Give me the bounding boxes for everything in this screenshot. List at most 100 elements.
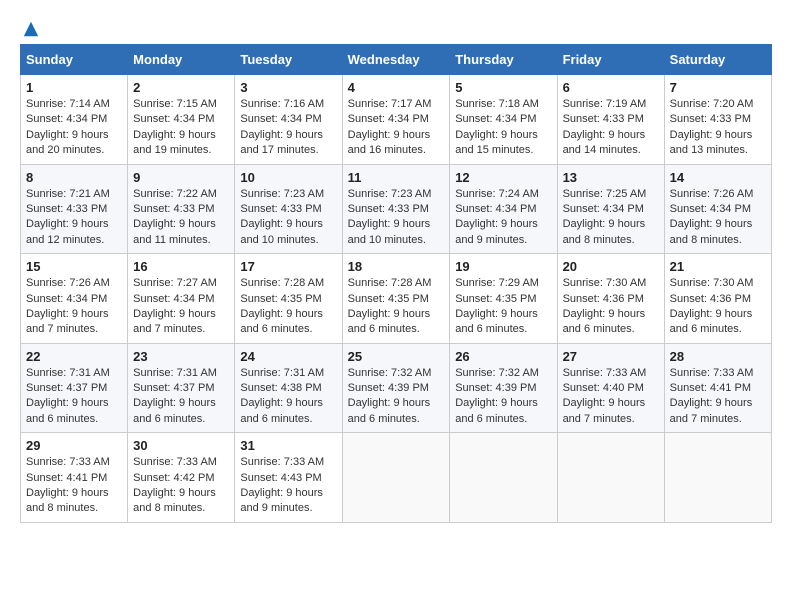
calendar-cell: 18 Sunrise: 7:28 AMSunset: 4:35 PMDayligh… [342, 254, 450, 344]
calendar-cell: 20 Sunrise: 7:30 AMSunset: 4:36 PMDayligh… [557, 254, 664, 344]
day-number: 15 [26, 259, 122, 274]
calendar-week-row: 1 Sunrise: 7:14 AMSunset: 4:34 PMDaylight… [21, 75, 772, 165]
day-info: Sunrise: 7:26 AMSunset: 4:34 PMDaylight:… [670, 187, 766, 249]
calendar-cell: 5 Sunrise: 7:18 AMSunset: 4:34 PMDaylight… [450, 75, 557, 165]
day-info: Sunrise: 7:25 AMSunset: 4:34 PMDaylight:… [563, 187, 659, 249]
day-info: Sunrise: 7:33 AMSunset: 4:42 PMDaylight:… [133, 455, 229, 517]
calendar-cell: 23 Sunrise: 7:31 AMSunset: 4:37 PMDayligh… [128, 343, 235, 433]
calendar-cell: 6 Sunrise: 7:19 AMSunset: 4:33 PMDaylight… [557, 75, 664, 165]
logo-icon [22, 20, 40, 38]
day-number: 26 [455, 349, 551, 364]
calendar-cell: 28 Sunrise: 7:33 AMSunset: 4:41 PMDayligh… [664, 343, 771, 433]
day-info: Sunrise: 7:17 AMSunset: 4:34 PMDaylight:… [348, 97, 445, 159]
day-of-week-header: Sunday [21, 45, 128, 75]
day-number: 29 [26, 438, 122, 453]
day-info: Sunrise: 7:24 AMSunset: 4:34 PMDaylight:… [455, 187, 551, 249]
calendar-cell: 17Sunrise: 7:28 AMSunset: 4:35 PMDayligh… [235, 254, 342, 344]
calendar-cell: 16 Sunrise: 7:27 AMSunset: 4:34 PMDayligh… [128, 254, 235, 344]
day-number: 17 [240, 259, 336, 274]
day-of-week-header: Tuesday [235, 45, 342, 75]
calendar-cell: 3Sunrise: 7:16 AMSunset: 4:34 PMDaylight… [235, 75, 342, 165]
day-number: 27 [563, 349, 659, 364]
day-info: Sunrise: 7:31 AMSunset: 4:38 PMDaylight:… [240, 366, 336, 428]
day-info: Sunrise: 7:26 AMSunset: 4:34 PMDaylight:… [26, 276, 122, 338]
calendar-cell [450, 433, 557, 523]
calendar-week-row: 15 Sunrise: 7:26 AMSunset: 4:34 PMDayligh… [21, 254, 772, 344]
day-info: Sunrise: 7:29 AMSunset: 4:35 PMDaylight:… [455, 276, 551, 338]
day-number: 10 [240, 170, 336, 185]
calendar-cell: 11Sunrise: 7:23 AMSunset: 4:33 PMDayligh… [342, 164, 450, 254]
day-number: 19 [455, 259, 551, 274]
day-number: 20 [563, 259, 659, 274]
day-info: Sunrise: 7:20 AMSunset: 4:33 PMDaylight:… [670, 97, 766, 159]
day-number: 22 [26, 349, 122, 364]
day-number: 13 [563, 170, 659, 185]
calendar-cell: 9Sunrise: 7:22 AMSunset: 4:33 PMDaylight… [128, 164, 235, 254]
day-info: Sunrise: 7:32 AMSunset: 4:39 PMDaylight:… [348, 366, 445, 428]
day-info: Sunrise: 7:22 AMSunset: 4:33 PMDaylight:… [133, 187, 229, 249]
calendar-cell: 8Sunrise: 7:21 AMSunset: 4:33 PMDaylight… [21, 164, 128, 254]
calendar-cell: 25 Sunrise: 7:32 AMSunset: 4:39 PMDayligh… [342, 343, 450, 433]
calendar-cell: 30Sunrise: 7:33 AMSunset: 4:42 PMDayligh… [128, 433, 235, 523]
day-of-week-header: Saturday [664, 45, 771, 75]
day-info: Sunrise: 7:33 AMSunset: 4:40 PMDaylight:… [563, 366, 659, 428]
calendar-cell: 1 Sunrise: 7:14 AMSunset: 4:34 PMDaylight… [21, 75, 128, 165]
day-number: 2 [133, 80, 229, 95]
day-info: Sunrise: 7:23 AMSunset: 4:33 PMDaylight:… [240, 187, 336, 249]
day-number: 11 [348, 170, 445, 185]
calendar-cell: 13 Sunrise: 7:25 AMSunset: 4:34 PMDayligh… [557, 164, 664, 254]
day-info: Sunrise: 7:15 AMSunset: 4:34 PMDaylight:… [133, 97, 229, 159]
day-number: 6 [563, 80, 659, 95]
calendar-cell: 27 Sunrise: 7:33 AMSunset: 4:40 PMDayligh… [557, 343, 664, 433]
day-number: 23 [133, 349, 229, 364]
day-number: 14 [670, 170, 766, 185]
day-of-week-header: Wednesday [342, 45, 450, 75]
calendar-cell: 29 Sunrise: 7:33 AMSunset: 4:41 PMDayligh… [21, 433, 128, 523]
calendar-cell: 21 Sunrise: 7:30 AMSunset: 4:36 PMDayligh… [664, 254, 771, 344]
day-number: 16 [133, 259, 229, 274]
page-header [20, 20, 772, 34]
calendar-week-row: 8Sunrise: 7:21 AMSunset: 4:33 PMDaylight… [21, 164, 772, 254]
calendar-week-row: 29 Sunrise: 7:33 AMSunset: 4:41 PMDayligh… [21, 433, 772, 523]
day-info: Sunrise: 7:30 AMSunset: 4:36 PMDaylight:… [670, 276, 766, 338]
calendar-cell [664, 433, 771, 523]
day-number: 25 [348, 349, 445, 364]
calendar-cell: 19 Sunrise: 7:29 AMSunset: 4:35 PMDayligh… [450, 254, 557, 344]
calendar-cell: 10 Sunrise: 7:23 AMSunset: 4:33 PMDayligh… [235, 164, 342, 254]
day-number: 8 [26, 170, 122, 185]
day-info: Sunrise: 7:19 AMSunset: 4:33 PMDaylight:… [563, 97, 659, 159]
calendar-cell: 12 Sunrise: 7:24 AMSunset: 4:34 PMDayligh… [450, 164, 557, 254]
day-info: Sunrise: 7:30 AMSunset: 4:36 PMDaylight:… [563, 276, 659, 338]
day-number: 18 [348, 259, 445, 274]
day-of-week-header: Thursday [450, 45, 557, 75]
logo [20, 20, 40, 34]
day-number: 1 [26, 80, 122, 95]
day-number: 28 [670, 349, 766, 364]
calendar-week-row: 22 Sunrise: 7:31 AMSunset: 4:37 PMDayligh… [21, 343, 772, 433]
day-number: 7 [670, 80, 766, 95]
calendar-cell: 14 Sunrise: 7:26 AMSunset: 4:34 PMDayligh… [664, 164, 771, 254]
day-number: 24 [240, 349, 336, 364]
calendar-cell: 4Sunrise: 7:17 AMSunset: 4:34 PMDaylight… [342, 75, 450, 165]
day-info: Sunrise: 7:14 AMSunset: 4:34 PMDaylight:… [26, 97, 122, 159]
day-number: 12 [455, 170, 551, 185]
day-info: Sunrise: 7:28 AMSunset: 4:35 PMDaylight:… [348, 276, 445, 338]
day-info: Sunrise: 7:33 AMSunset: 4:43 PMDaylight:… [240, 455, 336, 517]
day-info: Sunrise: 7:33 AMSunset: 4:41 PMDaylight:… [670, 366, 766, 428]
day-number: 21 [670, 259, 766, 274]
calendar-cell: 22 Sunrise: 7:31 AMSunset: 4:37 PMDayligh… [21, 343, 128, 433]
day-info: Sunrise: 7:33 AMSunset: 4:41 PMDaylight:… [26, 455, 122, 517]
calendar-cell: 7 Sunrise: 7:20 AMSunset: 4:33 PMDaylight… [664, 75, 771, 165]
day-info: Sunrise: 7:27 AMSunset: 4:34 PMDaylight:… [133, 276, 229, 338]
calendar-cell [342, 433, 450, 523]
calendar-cell [557, 433, 664, 523]
day-info: Sunrise: 7:31 AMSunset: 4:37 PMDaylight:… [133, 366, 229, 428]
calendar-table: SundayMondayTuesdayWednesdayThursdayFrid… [20, 44, 772, 523]
day-info: Sunrise: 7:31 AMSunset: 4:37 PMDaylight:… [26, 366, 122, 428]
day-of-week-header: Monday [128, 45, 235, 75]
calendar-cell: 24 Sunrise: 7:31 AMSunset: 4:38 PMDayligh… [235, 343, 342, 433]
day-info: Sunrise: 7:18 AMSunset: 4:34 PMDaylight:… [455, 97, 551, 159]
day-number: 5 [455, 80, 551, 95]
day-of-week-header: Friday [557, 45, 664, 75]
day-number: 3 [240, 80, 336, 95]
